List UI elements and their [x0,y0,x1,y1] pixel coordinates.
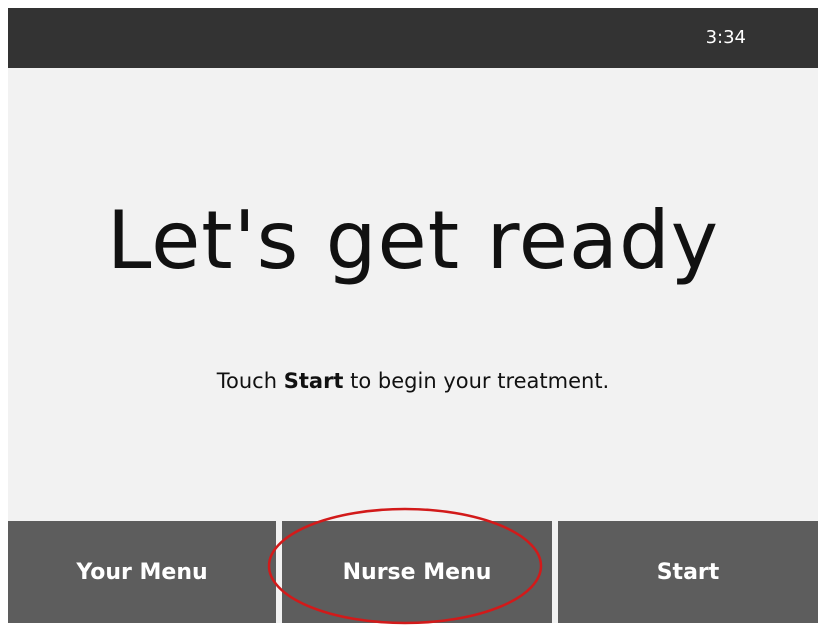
start-label: Start [656,559,720,585]
nurse-menu-button[interactable]: Nurse Menu [282,521,552,623]
instruction-text: Touch Start to begin your treatment. [8,366,818,396]
your-menu-label: Your Menu [76,559,208,585]
instruction-start-keyword: Start [283,369,344,393]
page-title: Let's get ready [106,194,720,287]
instruction-suffix: to begin your treatment. [350,369,610,393]
nurse-menu-label: Nurse Menu [342,559,492,585]
your-menu-button[interactable]: Your Menu [8,521,276,623]
clock: 3:34 [705,27,746,48]
bottom-menu-bar: Your Menu Nurse Menu Start [8,521,818,623]
status-bar: 3:34 [8,8,818,68]
instruction-prefix: Touch [216,369,278,393]
start-button[interactable]: Start [558,521,818,623]
device-screen: 3:34 Let's get ready Touch Start to begi… [8,8,818,623]
